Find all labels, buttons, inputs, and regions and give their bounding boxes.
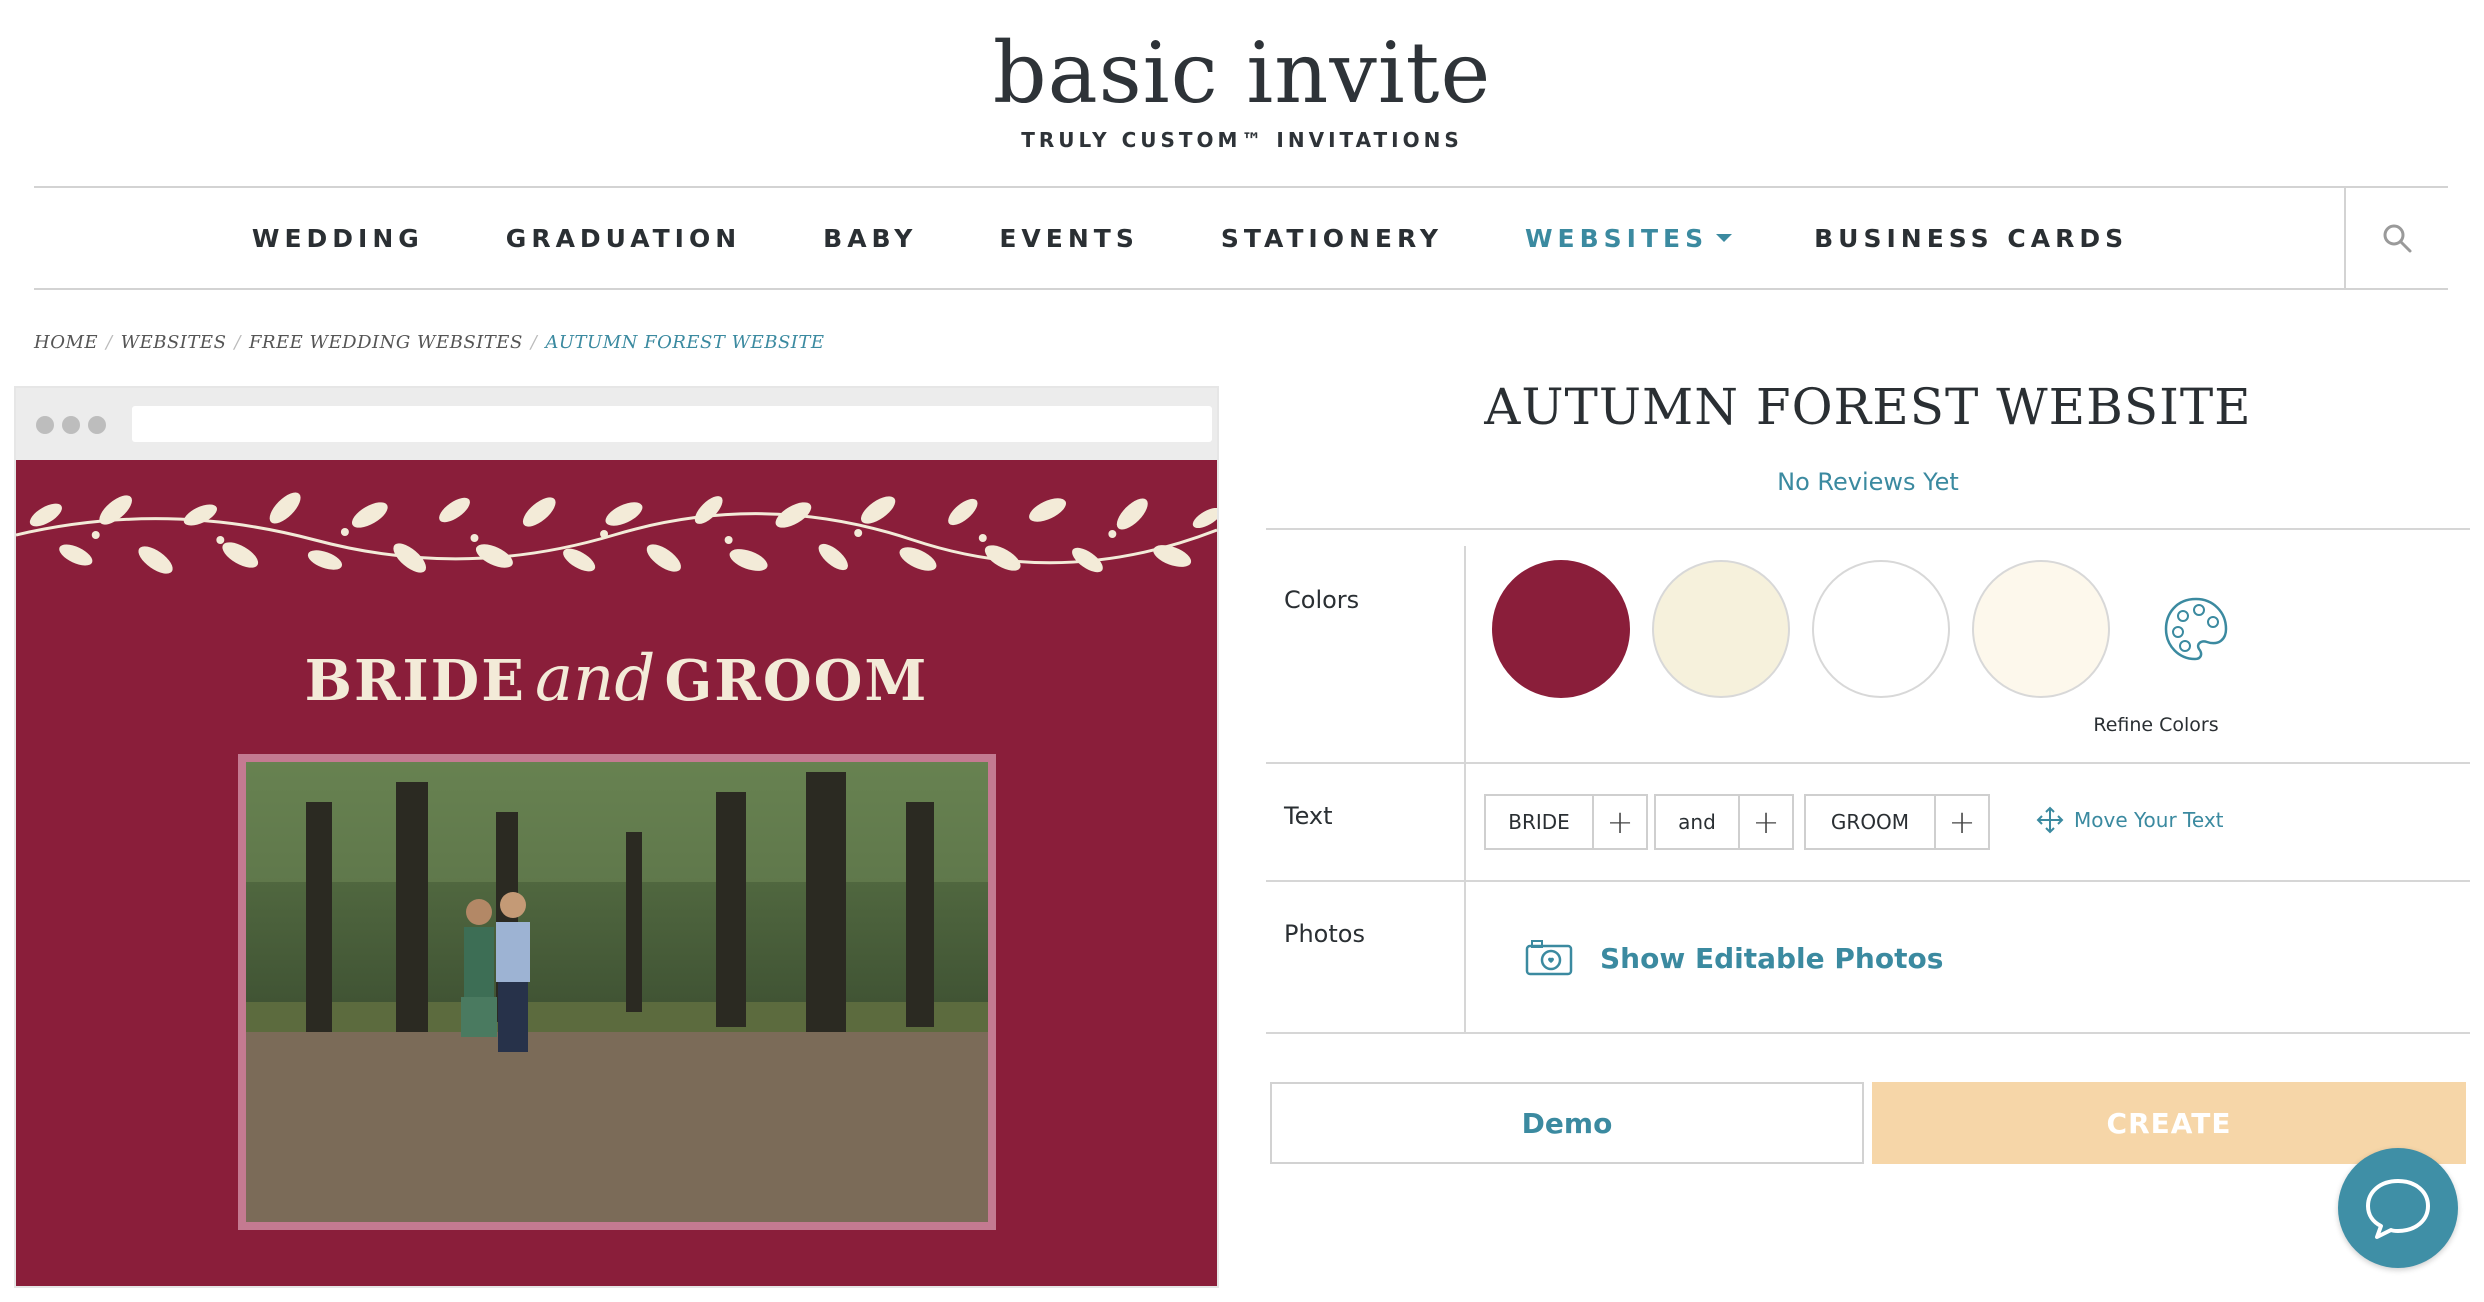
main-nav: WEDDING GRADUATION BABY EVENTS STATIONER… [34, 186, 2448, 290]
window-dot-icon [62, 416, 80, 434]
colors-label: Colors [1284, 586, 1360, 614]
add-text-button[interactable]: + [1936, 796, 1988, 848]
nav-item-business-cards[interactable]: BUSINESS CARDS [1814, 224, 2128, 253]
nav-item-wedding[interactable]: WEDDING [252, 224, 424, 253]
text-field-groom[interactable]: GROOM + [1804, 794, 1990, 850]
breadcrumb-home[interactable]: HOME [34, 332, 98, 353]
plus-icon: + [1752, 803, 1780, 841]
browser-chrome [16, 388, 1217, 460]
camera-icon [1525, 940, 1573, 976]
chevron-down-icon [1716, 234, 1733, 242]
row-divider [1464, 546, 1466, 762]
text-row: Text BRIDE + and + GROOM + Move Your Tex… [1266, 764, 2470, 882]
move-your-text-label: Move Your Text [2074, 808, 2224, 832]
and-connector: and [535, 642, 656, 716]
breadcrumb-websites[interactable]: WEBSITES [121, 332, 227, 353]
breadcrumb-separator: / [106, 332, 113, 353]
logo-wordmark[interactable]: basic invite [0, 28, 2484, 118]
text-field-and[interactable]: and + [1654, 794, 1794, 850]
search-button[interactable] [2344, 188, 2448, 288]
photos-label: Photos [1284, 920, 1365, 948]
refine-colors-button[interactable] [2126, 594, 2266, 668]
color-swatch-cream[interactable] [1652, 560, 1790, 698]
show-editable-photos-label: Show Editable Photos [1600, 941, 1944, 975]
groom-name: GROOM [664, 648, 929, 714]
site-logo[interactable]: basic invite TRULY CUSTOM™ INVITATIONS [0, 28, 2484, 152]
color-swatch-burgundy[interactable] [1492, 560, 1630, 698]
forest-photo-image [246, 762, 988, 1222]
breadcrumb-current: AUTUMN FOREST WEBSITE [545, 332, 825, 353]
plus-icon: + [1948, 803, 1976, 841]
couple-photo [238, 754, 996, 1230]
couple-names-heading: BRIDE and GROOM [16, 642, 1217, 716]
search-icon [2383, 224, 2412, 253]
text-label: Text [1284, 802, 1333, 830]
nav-item-stationery[interactable]: STATIONERY [1221, 224, 1443, 253]
chat-button[interactable] [2338, 1148, 2458, 1268]
nav-item-events[interactable]: EVENTS [999, 224, 1139, 253]
move-arrows-icon [2036, 806, 2064, 834]
nav-item-baby[interactable]: BABY [823, 224, 917, 253]
text-field-bride[interactable]: BRIDE + [1484, 794, 1648, 850]
bride-name: BRIDE [304, 648, 526, 714]
product-title: AUTUMN FOREST WEBSITE [1484, 378, 2252, 436]
breadcrumb-separator: / [234, 332, 241, 353]
nav-item-graduation[interactable]: GRADUATION [506, 224, 741, 253]
logo-tagline: TRULY CUSTOM™ INVITATIONS [1021, 128, 1463, 152]
color-swatch-ivory[interactable] [1972, 560, 2110, 698]
nav-item-websites[interactable]: WEBSITES [1524, 223, 1733, 253]
add-text-button[interactable]: + [1740, 796, 1792, 848]
window-dot-icon [36, 416, 54, 434]
color-swatch-white[interactable] [1812, 560, 1950, 698]
palette-icon [2164, 597, 2228, 661]
chat-bubble-icon [2366, 1179, 2430, 1239]
colors-row: Colors Refine Colors [1266, 528, 2470, 764]
website-preview: BRIDE and GROOM [14, 386, 1219, 1288]
address-bar [132, 406, 1212, 442]
leaf-garland-decoration [16, 492, 1217, 574]
customization-options: Colors Refine Colors Text BRIDE + and + … [1266, 528, 2470, 1034]
demo-button[interactable]: Demo [1270, 1082, 1864, 1164]
add-text-button[interactable]: + [1594, 796, 1646, 848]
text-field-value[interactable]: BRIDE [1486, 796, 1594, 848]
move-your-text-button[interactable]: Move Your Text [2036, 806, 2224, 834]
text-field-value[interactable]: GROOM [1806, 796, 1936, 848]
breadcrumb: HOME / WEBSITES / FREE WEDDING WEBSITES … [34, 332, 825, 353]
breadcrumb-free-wedding-websites[interactable]: FREE WEDDING WEBSITES [249, 332, 523, 353]
reviews-link[interactable]: No Reviews Yet [1266, 468, 2470, 496]
breadcrumb-separator: / [530, 332, 538, 353]
window-dot-icon [88, 416, 106, 434]
show-editable-photos-button[interactable]: Show Editable Photos [1524, 938, 1943, 978]
text-field-value[interactable]: and [1656, 796, 1740, 848]
refine-colors-label[interactable]: Refine Colors [2066, 714, 2246, 736]
nav-item-websites-label: WEBSITES [1524, 223, 1709, 253]
plus-icon: + [1606, 803, 1634, 841]
row-divider [1464, 764, 1466, 880]
photos-row: Photos Show Editable Photos [1266, 882, 2470, 1034]
row-divider [1464, 882, 1466, 1032]
